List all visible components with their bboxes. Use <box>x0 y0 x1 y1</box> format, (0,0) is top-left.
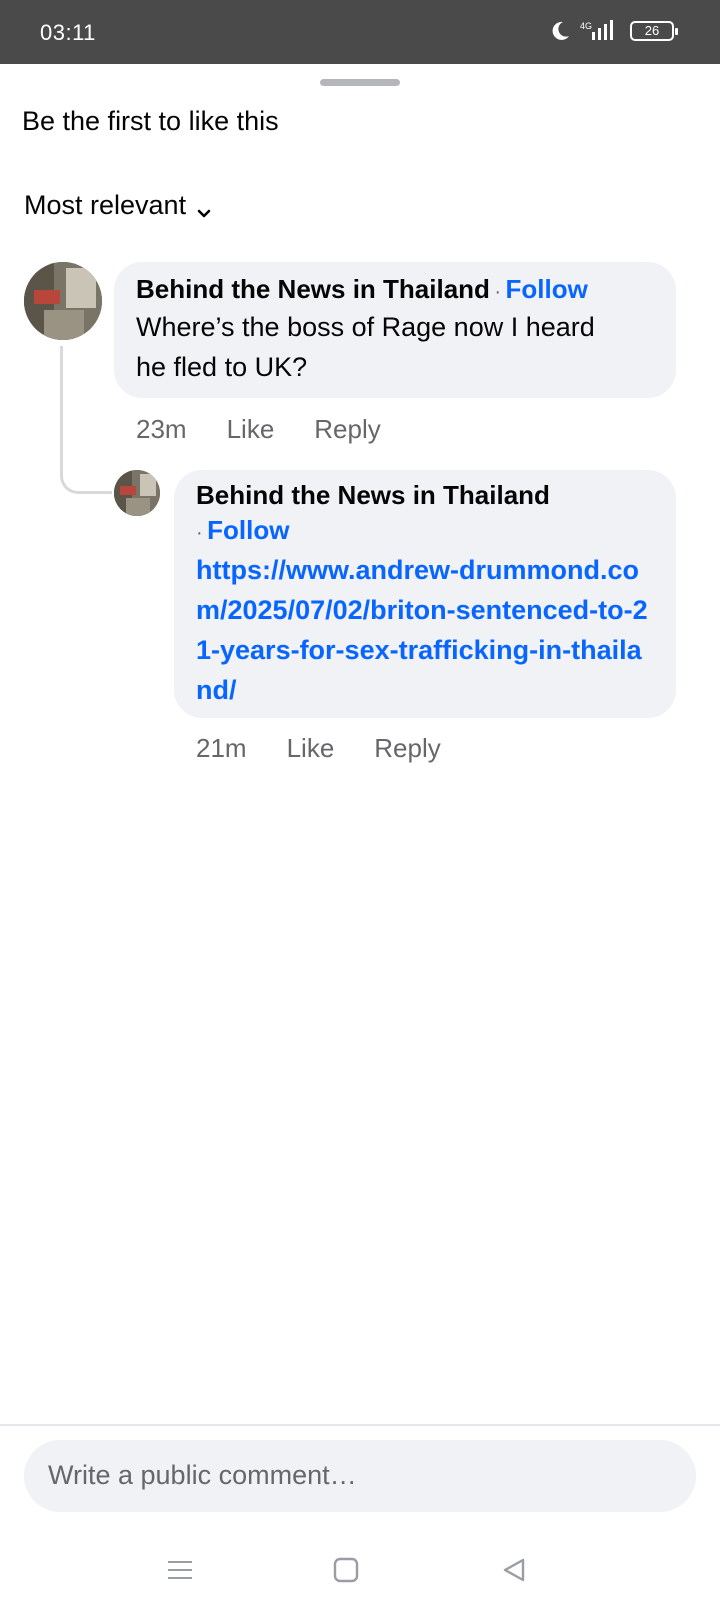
sheet-drag-handle[interactable] <box>320 79 400 86</box>
menu-icon[interactable] <box>160 1550 200 1590</box>
comment-author[interactable]: Behind the News in Thailand <box>196 480 654 511</box>
follow-button[interactable]: Follow <box>506 274 588 304</box>
moon-icon <box>550 20 570 42</box>
system-nav-bar <box>0 1530 720 1612</box>
comment-author[interactable]: Behind the News in Thailand <box>136 274 490 304</box>
separator-dot: · <box>494 281 502 303</box>
comment-input[interactable]: Write a public comment… <box>24 1440 696 1512</box>
comment-input-placeholder: Write a public comment… <box>48 1460 357 1490</box>
comment-link[interactable]: https://www.andrew-drummond.com/2025/07/… <box>196 550 648 710</box>
sort-label: Most relevant <box>24 190 187 220</box>
chevron-down-icon <box>196 198 212 217</box>
battery-level: 26 <box>644 23 660 38</box>
comment-time[interactable]: 21m <box>196 733 247 764</box>
comment-actions: 21m Like Reply <box>196 733 441 764</box>
avatar[interactable] <box>24 262 102 340</box>
comment-actions: 23m Like Reply <box>136 414 381 445</box>
like-button[interactable]: Like <box>227 414 275 445</box>
like-button[interactable]: Like <box>287 733 335 764</box>
home-square-icon[interactable] <box>326 1550 366 1590</box>
reply-button[interactable]: Reply <box>314 414 380 445</box>
reply-button[interactable]: Reply <box>374 733 440 764</box>
network-type-label: 4G <box>580 21 592 31</box>
status-bar: 03:11 4G 26 <box>0 0 720 64</box>
comment-bubble[interactable]: Behind the News in Thailand · Follow htt… <box>174 470 676 718</box>
sort-dropdown[interactable]: Most relevant <box>24 190 212 221</box>
comment-time[interactable]: 23m <box>136 414 187 445</box>
comment-text: Where’s the boss of Rage now I heard he … <box>136 312 595 382</box>
comment-bubble[interactable]: Behind the News in Thailand · Follow Whe… <box>114 262 676 398</box>
follow-button[interactable]: Follow <box>207 515 289 545</box>
composer-divider <box>0 1424 720 1426</box>
signal-icon: 4G <box>580 20 620 42</box>
status-icons: 4G 26 <box>550 20 678 42</box>
battery-icon: 26 <box>630 21 678 41</box>
separator-dot: · <box>196 522 203 544</box>
reactions-summary[interactable]: Be the first to like this <box>22 106 279 137</box>
status-time: 03:11 <box>40 20 96 45</box>
avatar[interactable] <box>114 470 160 516</box>
back-triangle-icon[interactable] <box>494 1550 534 1590</box>
reply-thread-line <box>60 346 112 494</box>
